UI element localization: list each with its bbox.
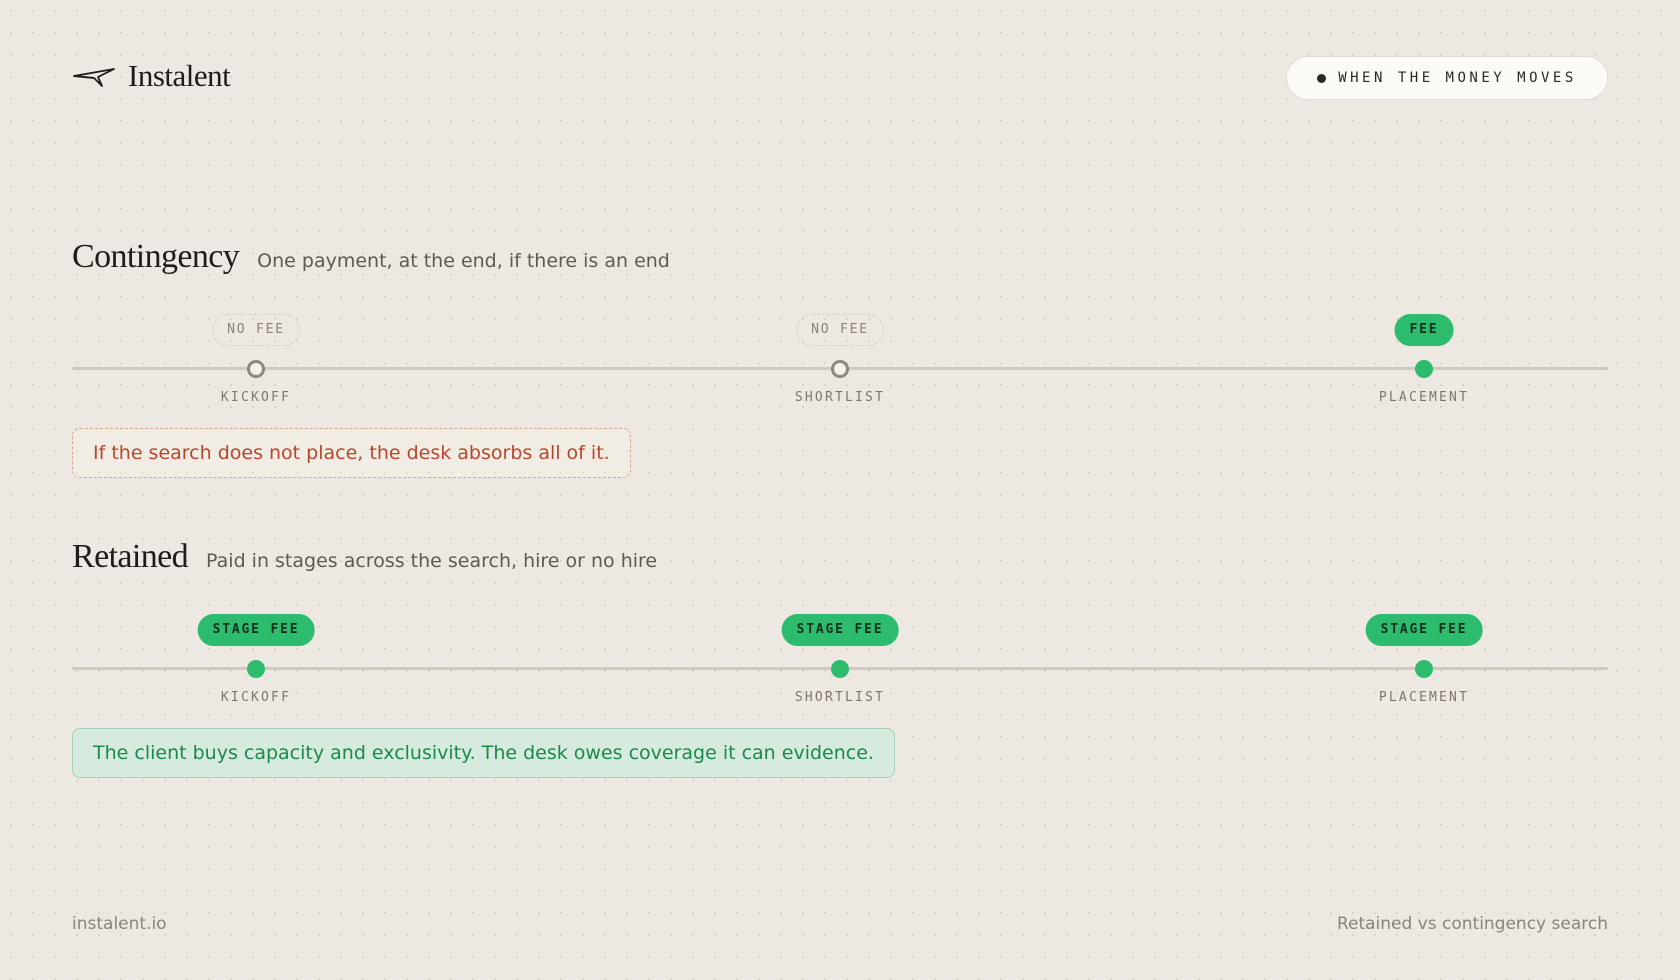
contingency-risk-note: If the search does not place, the desk a… <box>72 428 631 478</box>
contingency-title: Contingency <box>72 238 240 275</box>
footer-site-link[interactable]: instalent.io <box>72 914 167 934</box>
contingency-subtitle: One payment, at the end, if there is an … <box>257 250 670 272</box>
retained-section: Retained Paid in stages across the searc… <box>72 538 1608 788</box>
when-money-moves-pill: WHEN THE MONEY MOVES <box>1286 56 1608 100</box>
stage-fee-badge: STAGE FEE <box>197 614 315 646</box>
retained-stage-shortlist: STAGE FEE SHORTLIST <box>740 614 940 724</box>
paid-milestone-node <box>1415 360 1433 378</box>
retained-title: Retained <box>72 538 189 575</box>
retained-stage-kickoff: STAGE FEE KICKOFF <box>156 614 356 724</box>
retained-heading: Retained Paid in stages across the searc… <box>72 538 1608 576</box>
stage-label-shortlist: SHORTLIST <box>794 390 886 405</box>
footer-caption: Retained vs contingency search <box>1336 914 1608 934</box>
no-fee-badge: NO FEE <box>212 314 300 346</box>
contingency-heading: Contingency One payment, at the end, if … <box>72 238 1608 276</box>
pill-text: WHEN THE MONEY MOVES <box>1338 70 1577 86</box>
contingency-section: Contingency One payment, at the end, if … <box>72 238 1608 488</box>
stage-label-kickoff: KICKOFF <box>220 390 292 405</box>
brand-name: Instalent <box>128 58 231 93</box>
paid-milestone-node <box>1415 660 1433 678</box>
brand-logo[interactable]: Instalent <box>72 58 231 94</box>
stage-label-placement: PLACEMENT <box>1378 390 1470 405</box>
stage-label-shortlist: SHORTLIST <box>794 690 886 705</box>
stage-fee-badge: STAGE FEE <box>781 614 899 646</box>
dot-icon <box>1317 73 1327 83</box>
paper-plane-icon <box>72 63 116 89</box>
paid-milestone-node <box>247 660 265 678</box>
no-fee-badge: NO FEE <box>796 314 884 346</box>
retained-subtitle: Paid in stages across the search, hire o… <box>206 550 658 572</box>
fee-badge: FEE <box>1394 314 1454 346</box>
unpaid-milestone-node <box>831 360 849 378</box>
contingency-stage-kickoff: NO FEE KICKOFF <box>156 314 356 424</box>
stage-label-placement: PLACEMENT <box>1378 690 1470 705</box>
paid-milestone-node <box>831 660 849 678</box>
contingency-stage-placement: FEE PLACEMENT <box>1324 314 1524 424</box>
retained-value-note: The client buys capacity and exclusivity… <box>72 728 895 778</box>
stage-fee-badge: STAGE FEE <box>1365 614 1483 646</box>
retained-stage-placement: STAGE FEE PLACEMENT <box>1324 614 1524 724</box>
contingency-stage-shortlist: NO FEE SHORTLIST <box>740 314 940 424</box>
unpaid-milestone-node <box>247 360 265 378</box>
stage-label-kickoff: KICKOFF <box>220 690 292 705</box>
